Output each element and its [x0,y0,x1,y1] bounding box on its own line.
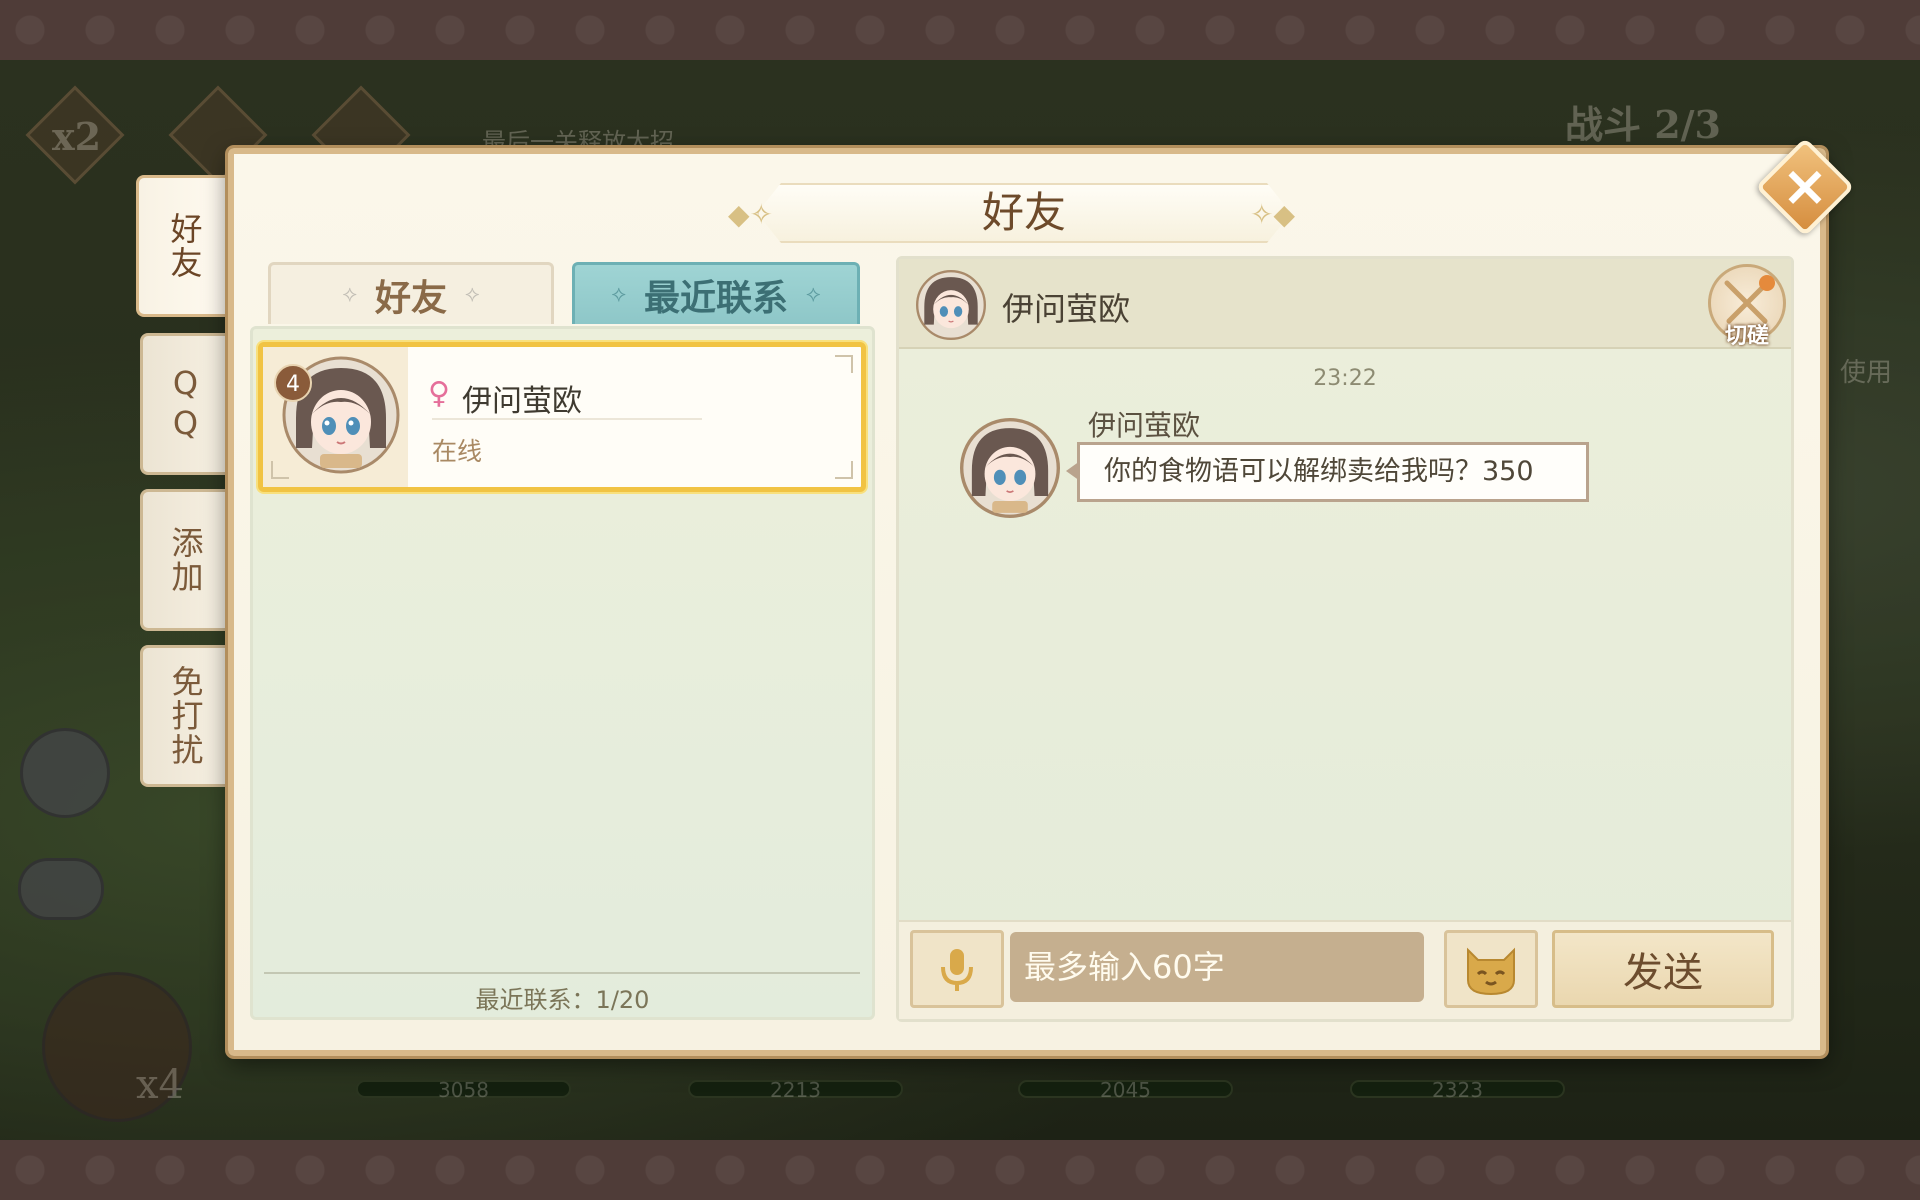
message-sender: 伊问萤欧 [1088,409,1201,442]
chat-partner-avatar[interactable] [916,270,986,340]
battle-label: 战斗 2/3 [1565,102,1721,147]
card-corner [835,355,853,373]
voice-button[interactable] [910,930,1004,1008]
tab-ornament-icon: ⟡ [806,282,821,307]
message-avatar[interactable] [960,418,1060,518]
speed-label: x2 [52,114,102,159]
message-bubble: 你的食物语可以解绑卖给我吗？350 [1066,442,1589,502]
list-footer-divider [264,972,860,974]
dialog-title: 好友 [981,188,1066,237]
emoji-button[interactable] [1444,930,1538,1008]
name-divider [432,418,702,420]
hp-value: 2323 [1432,1078,1483,1102]
hp-value: 3058 [438,1078,489,1102]
side-tab-do-not-disturb[interactable]: 免打扰 [140,645,228,787]
side-text: 使用 [1840,358,1893,388]
home-icon [20,728,110,818]
microphone-icon [941,949,973,991]
bottom-count: x4 [136,1062,185,1108]
hp-value: 2213 [770,1078,821,1102]
message-timestamp: 23:22 [1313,366,1377,391]
tab-friends-label: 好友 [374,276,447,319]
contact-name: 伊问萤欧 [462,384,582,419]
cat-face-icon [1467,947,1515,996]
send-button[interactable]: 发送 [1552,930,1774,1008]
card-corner [835,461,853,479]
message-input[interactable] [1010,932,1424,1002]
tab-recent-contacts[interactable]: ⟡ 最近联系 ⟡ [572,262,860,324]
letterbox-top [0,0,1920,60]
tab-ornament-icon: ⟡ [465,282,480,307]
chat-partner-name: 伊问萤欧 [1002,290,1131,328]
letterbox-bottom [0,1140,1920,1200]
side-tab-add[interactable]: 添加 [140,489,228,631]
hp-value: 2045 [1100,1078,1151,1102]
recent-contacts-count: 最近联系：1/20 [475,986,650,1014]
close-icon[interactable]: × [1770,152,1840,222]
unread-badge: 4 [274,364,312,402]
tab-recent-label: 最近联系 [643,276,788,319]
side-tab-friends[interactable]: 好友 [136,175,230,317]
tab-ornament-icon: ⟡ [342,282,357,307]
chat-bubble-icon [18,858,104,920]
duel-label: 切磋 [1724,324,1769,349]
side-tab-qq[interactable]: QQ [140,333,228,475]
tab-ornament-icon: ⟡ [611,282,626,307]
tab-friends[interactable]: ⟡ 好友 ⟡ [268,262,554,324]
contact-status: 在线 [432,437,483,466]
female-icon: ♀ [428,376,450,411]
